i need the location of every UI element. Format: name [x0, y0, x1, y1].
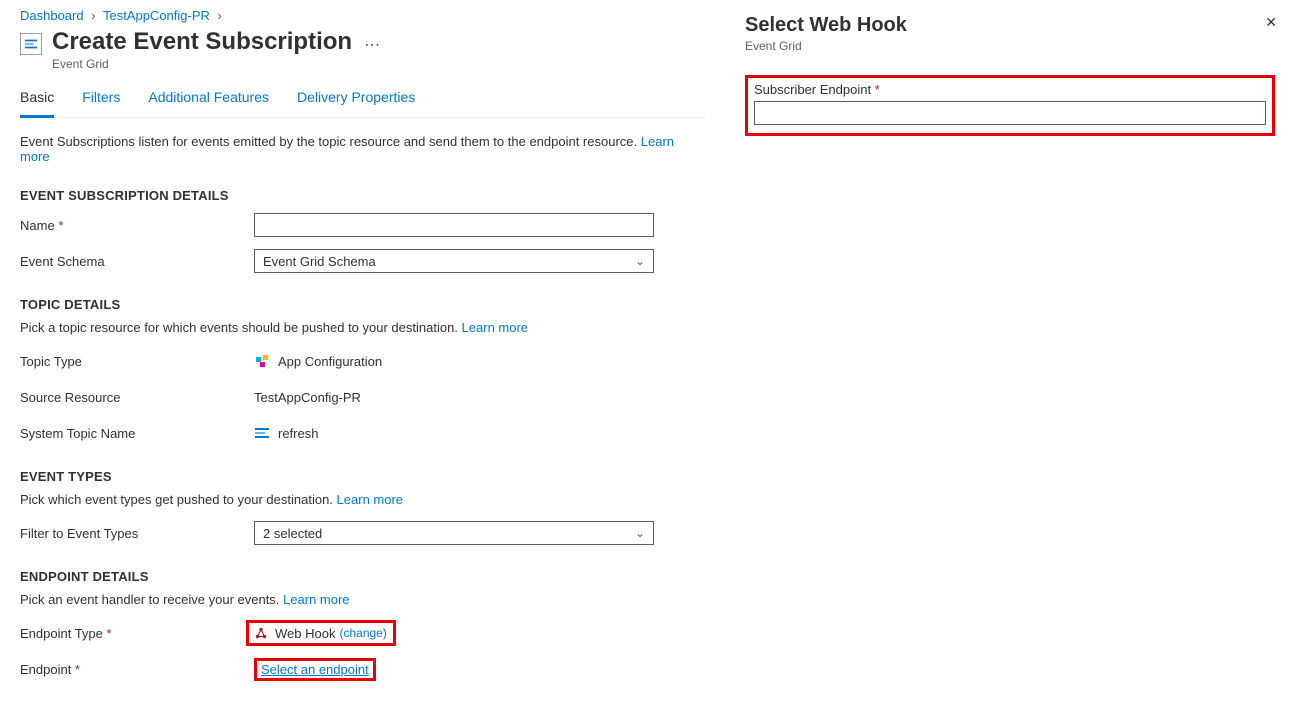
side-panel: ✕ Select Web Hook Event Grid Subscriber … [725, 0, 1295, 716]
subscriber-endpoint-input[interactable] [754, 101, 1266, 125]
learn-more-link-event-types[interactable]: Learn more [337, 492, 403, 507]
required-asterisk: * [107, 626, 112, 641]
tab-delivery-properties[interactable]: Delivery Properties [297, 83, 415, 117]
row-name: Name * [20, 211, 705, 239]
subscriber-endpoint-field: Subscriber Endpoint * [745, 75, 1275, 136]
label-subscriber-endpoint-text: Subscriber Endpoint [754, 82, 871, 97]
row-endpoint: Endpoint * Select an endpoint [20, 655, 705, 683]
chevron-down-icon: ⌄ [635, 254, 645, 268]
page-title-block: Create Event Subscription Event Grid [52, 29, 352, 71]
event-types-description: Pick which event types get pushed to you… [20, 492, 705, 507]
required-asterisk: * [75, 662, 80, 677]
label-system-topic: System Topic Name [20, 426, 254, 441]
description-text: Event Subscriptions listen for events em… [20, 134, 637, 149]
event-grid-icon [20, 33, 42, 55]
learn-more-link-topic[interactable]: Learn more [462, 320, 528, 335]
label-name-text: Name [20, 218, 55, 233]
filter-event-types-value: 2 selected [263, 526, 322, 541]
webhook-icon [253, 625, 269, 641]
required-asterisk: * [875, 82, 880, 97]
label-subscriber-endpoint: Subscriber Endpoint * [754, 82, 1266, 97]
page-description: Event Subscriptions listen for events em… [20, 134, 705, 164]
page-title: Create Event Subscription [52, 29, 352, 55]
page-subtitle: Event Grid [52, 57, 352, 71]
system-topic-icon [254, 425, 270, 441]
filter-event-types-select[interactable]: 2 selected ⌄ [254, 521, 654, 545]
topic-desc-text: Pick a topic resource for which events s… [20, 320, 458, 335]
label-endpoint-type-text: Endpoint Type [20, 626, 103, 641]
breadcrumb: Dashboard › TestAppConfig-PR › [20, 8, 705, 23]
endpoint-desc-text: Pick an event handler to receive your ev… [20, 592, 279, 607]
row-system-topic: System Topic Name refresh [20, 419, 705, 447]
event-types-desc-text: Pick which event types get pushed to you… [20, 492, 333, 507]
select-endpoint-link[interactable]: Select an endpoint [261, 662, 369, 677]
topic-type-value: App Configuration [278, 354, 382, 369]
more-actions-button[interactable]: ⋯ [364, 35, 380, 55]
endpoint-description: Pick an event handler to receive your ev… [20, 592, 705, 607]
tab-filters[interactable]: Filters [82, 83, 120, 117]
topic-type-value-row: App Configuration [254, 353, 382, 369]
section-title-event-types: EVENT TYPES [20, 469, 705, 484]
chevron-down-icon: ⌄ [635, 526, 645, 540]
schema-select[interactable]: Event Grid Schema ⌄ [254, 249, 654, 273]
topic-description: Pick a topic resource for which events s… [20, 320, 705, 335]
section-title-subscription: EVENT SUBSCRIPTION DETAILS [20, 188, 705, 203]
endpoint-type-selector[interactable]: Web Hook (change) [246, 620, 396, 646]
row-endpoint-type: Endpoint Type * Web Hook (change) [20, 619, 705, 647]
row-filter-event-types: Filter to Event Types 2 selected ⌄ [20, 519, 705, 547]
schema-value: Event Grid Schema [263, 254, 376, 269]
panel-subtitle: Event Grid [745, 39, 1275, 53]
tab-additional-features[interactable]: Additional Features [148, 83, 269, 117]
row-schema: Event Schema Event Grid Schema ⌄ [20, 247, 705, 275]
app-config-icon [254, 353, 270, 369]
endpoint-type-value: Web Hook [275, 626, 335, 641]
change-endpoint-link[interactable]: (change) [339, 626, 386, 640]
chevron-right-icon: › [218, 8, 222, 23]
learn-more-link-endpoint[interactable]: Learn more [283, 592, 349, 607]
label-name: Name * [20, 218, 254, 233]
source-resource-value: TestAppConfig-PR [254, 390, 361, 405]
row-topic-type: Topic Type App Configuration [20, 347, 705, 375]
system-topic-value: refresh [278, 426, 318, 441]
label-endpoint-text: Endpoint [20, 662, 71, 677]
select-endpoint-box: Select an endpoint [254, 658, 376, 681]
label-schema: Event Schema [20, 254, 254, 269]
panel-title: Select Web Hook [745, 14, 1275, 37]
main-content: Dashboard › TestAppConfig-PR › Create Ev… [0, 0, 725, 716]
name-input[interactable] [254, 213, 654, 237]
label-topic-type: Topic Type [20, 354, 254, 369]
tabs: Basic Filters Additional Features Delive… [20, 83, 705, 118]
page-header: Create Event Subscription Event Grid ⋯ [20, 29, 705, 71]
row-source-resource: Source Resource TestAppConfig-PR [20, 383, 705, 411]
close-icon[interactable]: ✕ [1265, 14, 1277, 31]
breadcrumb-link-dashboard[interactable]: Dashboard [20, 8, 84, 23]
chevron-right-icon: › [91, 8, 95, 23]
label-endpoint: Endpoint * [20, 662, 254, 677]
section-title-topic: TOPIC DETAILS [20, 297, 705, 312]
required-asterisk: * [58, 218, 63, 233]
system-topic-value-row: refresh [254, 425, 318, 441]
label-source-resource: Source Resource [20, 390, 254, 405]
tab-basic[interactable]: Basic [20, 83, 54, 118]
label-endpoint-type: Endpoint Type * [20, 626, 254, 641]
section-title-endpoint: ENDPOINT DETAILS [20, 569, 705, 584]
breadcrumb-link-resource[interactable]: TestAppConfig-PR [103, 8, 210, 23]
label-filter-event-types: Filter to Event Types [20, 526, 254, 541]
